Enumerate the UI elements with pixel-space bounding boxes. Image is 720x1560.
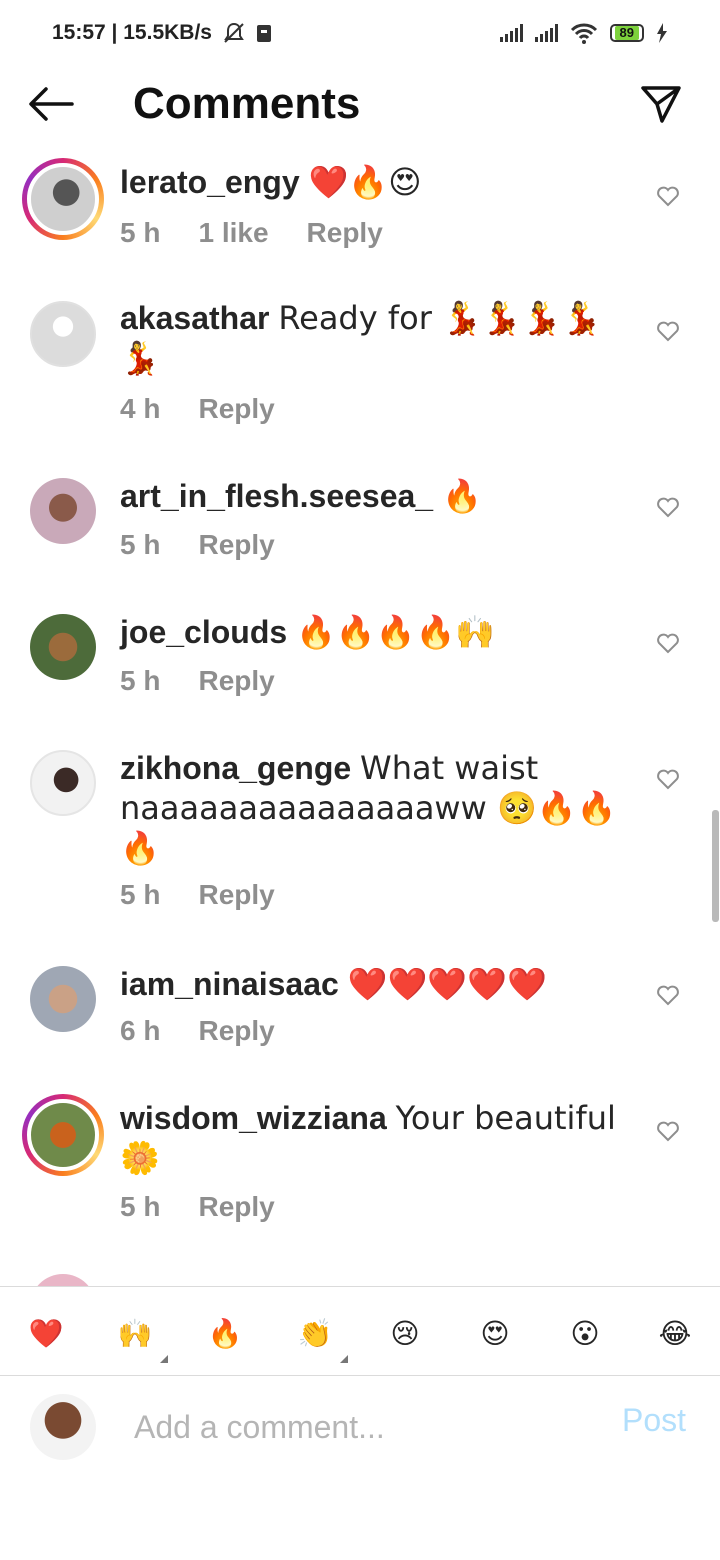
post-button[interactable]: Post [622, 1402, 686, 1439]
battery-icon: 89 [609, 24, 644, 42]
comment-username[interactable]: zikhona_genge [120, 750, 351, 786]
comment-text: 🔥 [441, 477, 482, 515]
avatar[interactable] [22, 1094, 104, 1176]
share-send-icon[interactable] [640, 84, 682, 124]
comment-time: 5 h [120, 1191, 161, 1222]
skin-tone-indicator [160, 1355, 168, 1363]
emoji-heart-button[interactable]: ❤️ [20, 1307, 72, 1359]
comment-time: 5 h [120, 529, 161, 560]
avatar[interactable] [30, 750, 96, 816]
comment-time: 4 h [120, 393, 161, 424]
status-bar: 15:57 | 15.5KB/s 89 [0, 0, 720, 66]
comment-body: lerato_engy ❤️🔥😍 [120, 162, 640, 202]
status-time: 15:57 | 15.5KB/s [52, 21, 212, 44]
comment-username[interactable]: iam_ninaisaac [120, 966, 339, 1002]
page-title: Comments [133, 79, 361, 128]
comment-meta: 5 h 1 like Reply [120, 216, 383, 250]
comment-text: ❤️❤️❤️❤️❤️ [347, 965, 547, 1003]
comment-body: joe_clouds 🔥🔥🔥🔥🙌 [120, 612, 640, 652]
comment-username[interactable]: wisdom_wizziana [120, 1100, 387, 1136]
skin-tone-indicator [340, 1355, 348, 1363]
signal-icon-2 [534, 24, 558, 42]
comment-username[interactable]: joe_clouds [120, 614, 287, 650]
emoji-surprised-button[interactable]: 😮 [559, 1307, 611, 1359]
avatar[interactable] [30, 301, 96, 367]
emoji-clap-button[interactable]: 👏 [289, 1307, 341, 1359]
heart-icon[interactable] [656, 1120, 680, 1142]
heart-icon[interactable] [656, 496, 680, 518]
reply-button[interactable]: Reply [198, 528, 274, 562]
comment-body: wisdom_wizziana Your beautiful 🌼 [120, 1098, 640, 1178]
reply-button[interactable]: Reply [198, 1014, 274, 1048]
reply-button[interactable]: Reply [198, 878, 274, 912]
avatar[interactable] [30, 478, 96, 544]
comment-body: akasathar Ready for 💃💃💃💃💃 [120, 298, 640, 378]
comment-meta: 5 h Reply [120, 528, 275, 562]
comment-body: art_in_flesh.seesea_ 🔥 [120, 476, 640, 516]
signal-icon [499, 24, 523, 42]
partial-comment-item [0, 1274, 720, 1286]
comment-meta: 5 h Reply [120, 1190, 275, 1224]
heart-icon[interactable] [656, 768, 680, 790]
avatar[interactable] [30, 614, 96, 680]
comment-time: 5 h [120, 217, 161, 248]
comment-meta: 4 h Reply [120, 392, 275, 426]
sim-icon [256, 25, 271, 42]
comment-body: iam_ninaisaac ❤️❤️❤️❤️❤️ [120, 964, 640, 1004]
heart-icon[interactable] [656, 984, 680, 1006]
mute-icon [224, 22, 244, 43]
comment-time: 6 h [120, 1015, 161, 1046]
comment-likes[interactable]: 1 like [198, 216, 268, 250]
back-arrow-icon[interactable] [28, 86, 74, 122]
emoji-fire-button[interactable]: 🔥 [199, 1307, 251, 1359]
comment-username[interactable]: art_in_flesh.seesea_ [120, 478, 433, 514]
scrollbar-thumb[interactable] [712, 810, 719, 922]
comment-meta: 5 h Reply [120, 664, 275, 698]
heart-icon[interactable] [656, 185, 680, 207]
comment-time: 5 h [120, 879, 161, 910]
current-user-avatar [30, 1394, 96, 1460]
emoji-raised-hands-button[interactable]: 🙌 [109, 1307, 161, 1359]
reply-button[interactable]: Reply [307, 216, 383, 250]
reply-button[interactable]: Reply [198, 392, 274, 426]
comment-username[interactable]: lerato_engy [120, 164, 300, 200]
avatar[interactable] [22, 158, 104, 240]
wifi-icon [570, 23, 597, 44]
comment-time: 5 h [120, 665, 161, 696]
emoji-crying-button[interactable]: 😢 [379, 1307, 431, 1359]
comment-meta: 5 h Reply [120, 878, 275, 912]
battery-level: 89 [614, 26, 639, 40]
heart-icon[interactable] [656, 632, 680, 654]
comment-meta: 6 h Reply [120, 1014, 275, 1048]
header: Comments [0, 66, 720, 142]
emoji-laughing-button[interactable]: 😂 [649, 1307, 701, 1359]
emoji-heart-eyes-button[interactable]: 😍 [469, 1307, 521, 1359]
reply-button[interactable]: Reply [198, 1190, 274, 1224]
reply-button[interactable]: Reply [198, 664, 274, 698]
comment-body: zikhona_genge What waist naaaaaaaaaaaaaa… [120, 748, 640, 868]
heart-icon[interactable] [656, 320, 680, 342]
charging-icon [657, 23, 667, 43]
comment-text: 🔥🔥🔥🔥🙌 [296, 613, 496, 651]
quick-emoji-bar: ❤️ 🙌 🔥 👏 😢 😍 😮 😂 [0, 1286, 720, 1376]
comment-input[interactable] [132, 1404, 576, 1450]
avatar [30, 1274, 96, 1286]
comment-username[interactable]: akasathar [120, 300, 269, 336]
avatar[interactable] [30, 966, 96, 1032]
comment-text: ❤️🔥😍 [308, 163, 422, 201]
comment-composer: Post [0, 1376, 720, 1476]
